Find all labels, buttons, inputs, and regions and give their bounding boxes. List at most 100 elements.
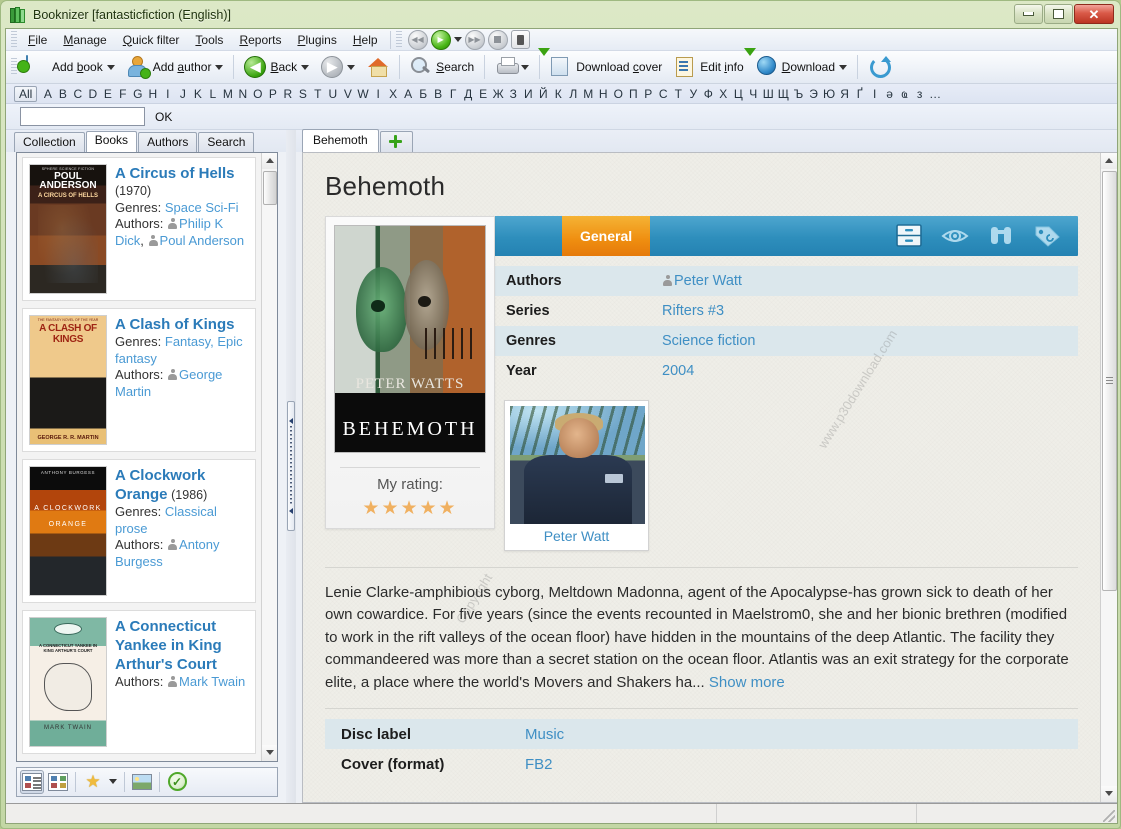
author-card-name[interactable]: Peter Watt [510, 524, 643, 547]
alpha-letter-1[interactable]: B [55, 87, 70, 101]
alpha-letter-41[interactable]: С [656, 87, 671, 101]
alpha-letter-38[interactable]: О [611, 87, 626, 101]
alpha-letter-34[interactable]: К [551, 87, 566, 101]
tab-general[interactable]: General [562, 215, 651, 256]
menu-quick-filter[interactable]: Quick filter [115, 30, 188, 50]
alpha-letter-30[interactable]: Ж [491, 87, 506, 101]
list-item[interactable]: SPHERE SCIENCE FICTION POUL ANDERSON A C… [22, 156, 256, 301]
scroll-thumb[interactable] [1102, 170, 1117, 591]
rewind-icon[interactable]: ◀◀ [407, 29, 428, 50]
print-dropdown-icon[interactable] [521, 64, 530, 70]
detail-document[interactable]: www.p30download.com Copyright Behemoth P… [303, 153, 1100, 802]
play-icon[interactable]: ▶ [430, 29, 451, 50]
search-button[interactable]: Search [404, 53, 480, 81]
alpha-letter-42[interactable]: Т [671, 87, 686, 101]
stop-icon[interactable] [487, 29, 508, 50]
alpha-letter-25[interactable]: Б [416, 87, 431, 101]
forward-icon[interactable]: ▶▶ [464, 29, 485, 50]
download-dropdown-icon[interactable] [839, 64, 848, 70]
alpha-letter-46[interactable]: Ц [731, 87, 746, 101]
scroll-thumb[interactable] [262, 170, 277, 205]
alpha-letter-50[interactable]: Ъ [791, 87, 806, 101]
show-more-link[interactable]: Show more [709, 674, 785, 691]
field-value[interactable]: Science fiction [650, 328, 1078, 354]
menu-plugins[interactable]: Plugins [289, 30, 344, 50]
home-button[interactable] [361, 53, 395, 81]
forward-button[interactable]: ▶ [315, 53, 361, 81]
alpha-letter-48[interactable]: Ш [761, 87, 776, 101]
alpha-letter-35[interactable]: Л [566, 87, 581, 101]
alpha-letter-15[interactable]: P [265, 87, 280, 101]
alpha-letter-22[interactable]: I [371, 87, 386, 101]
speaker-icon[interactable] [510, 30, 530, 49]
alpha-letter-6[interactable]: G [130, 87, 145, 101]
alpha-letter-2[interactable]: C [70, 87, 85, 101]
alpha-letter-11[interactable]: L [205, 87, 220, 101]
alpha-letter-53[interactable]: Я [837, 87, 852, 101]
field-value[interactable]: Music [525, 721, 1078, 748]
alpha-letter-44[interactable]: Ф [701, 87, 716, 101]
add-book-dropdown-icon[interactable] [106, 64, 115, 70]
star-rating-icon[interactable]: ★ [81, 770, 105, 794]
back-button[interactable]: ◀ Back [238, 53, 315, 81]
add-tab-button[interactable] [379, 130, 413, 152]
alpha-letter-8[interactable]: I [160, 87, 175, 101]
alpha-letter-40[interactable]: Р [641, 87, 656, 101]
alpha-letter-4[interactable]: E [100, 87, 115, 101]
scroll-up-button[interactable] [1101, 152, 1117, 169]
list-item[interactable]: A CONNECTICUT YANKEE IN KING ARTHUR'S CO… [22, 609, 256, 754]
alpha-letter-23[interactable]: X [386, 87, 401, 101]
author-link[interactable]: Peter Watt [674, 273, 742, 289]
scroll-track[interactable] [1101, 168, 1117, 786]
book-title-link[interactable]: A Clash of Kings [115, 316, 234, 333]
alpha-letter-13[interactable]: N [235, 87, 250, 101]
alpha-letter-55[interactable]: І [867, 87, 882, 101]
alpha-letter-58[interactable]: з [912, 87, 927, 101]
refresh-button[interactable] [862, 53, 896, 81]
book-list-scrollbar[interactable] [261, 152, 277, 761]
cabinet-icon[interactable] [894, 222, 924, 249]
alpha-letter-45[interactable]: Х [716, 87, 731, 101]
alpha-letter-18[interactable]: T [310, 87, 325, 101]
list-item[interactable]: ANTHONY BURGESS A CLOCKWORK ORANGE A Clo… [22, 458, 256, 603]
list-view-icon[interactable] [20, 769, 44, 794]
scroll-track[interactable] [261, 168, 277, 745]
tab-books[interactable]: Books [85, 130, 138, 152]
add-author-dropdown-icon[interactable] [215, 64, 224, 70]
menu-tools[interactable]: Tools [187, 30, 231, 50]
alpha-letter-5[interactable]: F [115, 87, 130, 101]
rating-stars[interactable]: ★★★★★ [334, 499, 486, 518]
alpha-letter-27[interactable]: Г [446, 87, 461, 101]
alpha-letter-56[interactable]: ә [882, 87, 897, 101]
detail-scrollbar[interactable] [1100, 152, 1117, 802]
alpha-letter-9[interactable]: J [175, 87, 190, 101]
alpha-letter-10[interactable]: K [190, 87, 205, 101]
book-title-link[interactable]: A Connecticut Yankee in King Arthur's Co… [115, 618, 222, 673]
print-button[interactable] [489, 53, 535, 81]
alpha-letter-7[interactable]: H [145, 87, 160, 101]
alpha-letter-24[interactable]: А [401, 87, 416, 101]
grid-view-icon[interactable] [46, 770, 70, 794]
scroll-up-button[interactable] [261, 152, 277, 169]
tab-collection[interactable]: Collection [14, 131, 85, 152]
scroll-down-button[interactable] [1101, 785, 1117, 802]
alpha-letter-49[interactable]: Щ [776, 87, 791, 101]
menu-file[interactable]: File [20, 30, 55, 50]
quick-filter-input[interactable] [20, 107, 145, 126]
eye-icon[interactable] [940, 222, 970, 249]
alpha-letter-59[interactable]: … [927, 87, 943, 101]
field-value[interactable]: Rifters #3 [650, 298, 1078, 324]
back-dropdown-icon[interactable] [301, 64, 310, 70]
menu-help[interactable]: Help [345, 30, 386, 50]
alpha-letter-37[interactable]: Н [596, 87, 611, 101]
tab-authors[interactable]: Authors [138, 131, 198, 152]
alpha-letter-28[interactable]: Д [461, 87, 476, 101]
field-value[interactable]: FB2 [525, 751, 1078, 778]
alpha-letter-14[interactable]: O [250, 87, 265, 101]
binoculars-icon[interactable] [986, 222, 1016, 249]
author-link[interactable]: Poul Anderson [160, 233, 245, 248]
menubar-grip[interactable] [11, 30, 17, 49]
menu-reports[interactable]: Reports [231, 30, 289, 50]
field-value[interactable]: 2004 [650, 358, 1078, 384]
image-view-icon[interactable] [130, 770, 154, 794]
